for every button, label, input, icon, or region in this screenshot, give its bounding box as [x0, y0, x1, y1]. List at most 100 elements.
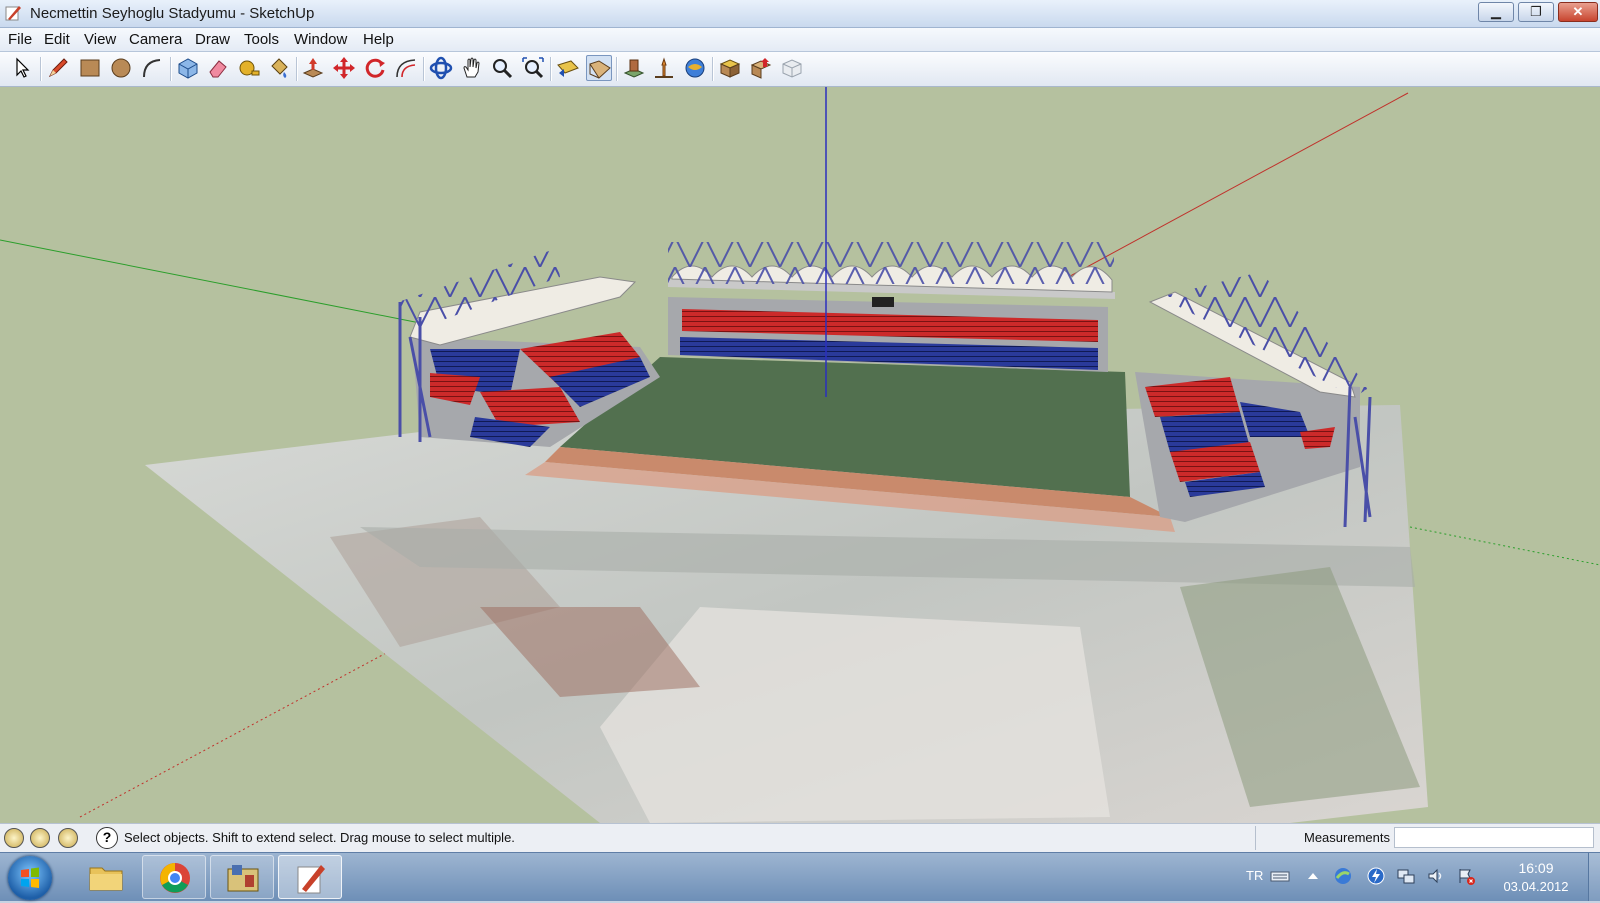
- pencil-icon: [48, 58, 68, 78]
- 3d-viewport[interactable]: [0, 87, 1600, 823]
- taskbar-explorer[interactable]: [74, 855, 138, 899]
- geo-location-icon[interactable]: [4, 828, 24, 848]
- green-axis-dotted: [1409, 526, 1600, 566]
- pan-icon: [463, 57, 480, 78]
- eraser-icon: [209, 60, 227, 78]
- measurements-label: Measurements: [1304, 830, 1390, 845]
- get-models-button[interactable]: [717, 55, 743, 81]
- toolbar-separator: [616, 57, 618, 81]
- make-component-tool-button[interactable]: [175, 55, 201, 81]
- green-axis: [0, 239, 421, 324]
- status-separator: [1255, 826, 1256, 850]
- taskbar-sketchup-model[interactable]: [210, 855, 274, 899]
- maximize-button[interactable]: ❐: [1518, 2, 1554, 22]
- zoom-extents-tool-button[interactable]: [520, 55, 546, 81]
- menu-help[interactable]: Help: [363, 31, 394, 48]
- tape-measure-icon: [239, 60, 260, 76]
- menu-edit[interactable]: Edit: [44, 31, 70, 48]
- share-model-icon: [750, 58, 772, 79]
- close-icon: ✕: [1572, 4, 1584, 19]
- pan-tool-button[interactable]: [459, 55, 485, 81]
- menu-view[interactable]: View: [84, 31, 116, 48]
- select-tool-button[interactable]: [8, 55, 34, 81]
- next-view-icon: [589, 60, 611, 79]
- clock-time[interactable]: 16:09: [1496, 860, 1576, 876]
- help-icon[interactable]: ?: [96, 827, 118, 849]
- window-title: Necmettin Seyhoglu Stadyumu - SketchUp: [30, 5, 315, 22]
- menu-camera[interactable]: Camera: [129, 31, 182, 48]
- toggle-terrain-icon: [655, 57, 673, 78]
- rotate-tool-button[interactable]: [362, 55, 388, 81]
- move-tool-button[interactable]: [331, 55, 357, 81]
- circle-tool-button[interactable]: [108, 55, 134, 81]
- clock-date[interactable]: 03.04.2012: [1496, 879, 1576, 894]
- menu-bar: File Edit View Camera Draw Tools Window …: [0, 28, 1600, 52]
- terrain-block: [600, 607, 1110, 823]
- windows-explorer-icon: [89, 867, 123, 891]
- show-desktop-button[interactable]: [1588, 853, 1600, 901]
- close-button[interactable]: ✕: [1558, 2, 1598, 22]
- taskbar-chrome[interactable]: [142, 855, 206, 899]
- offset-icon: [396, 59, 416, 78]
- eraser-tool-button[interactable]: [205, 55, 231, 81]
- stadium-model: [0, 87, 1600, 823]
- minimize-button[interactable]: ▁: [1478, 2, 1514, 22]
- make-component-icon: [178, 58, 198, 79]
- zoom-tool-button[interactable]: [489, 55, 515, 81]
- zoom-icon: [493, 59, 513, 79]
- minimize-icon: ▁: [1491, 4, 1501, 19]
- next-view-button[interactable]: [586, 55, 612, 81]
- status-bar: ? Select objects. Shift to extend select…: [0, 823, 1600, 852]
- volume-icon[interactable]: [1426, 866, 1446, 886]
- orbit-tool-button[interactable]: [428, 55, 454, 81]
- menu-tools[interactable]: Tools: [244, 31, 279, 48]
- toggle-terrain-button[interactable]: [651, 55, 677, 81]
- restore-icon: ❐: [1530, 4, 1542, 19]
- share-model-button[interactable]: [748, 55, 774, 81]
- copyright-icon[interactable]: [58, 828, 78, 848]
- start-button[interactable]: [8, 856, 52, 900]
- circle-icon: [111, 58, 131, 78]
- show-hidden-icons-icon[interactable]: [1303, 866, 1323, 886]
- push-pull-icon: [302, 58, 324, 78]
- get-current-view-button[interactable]: [621, 55, 647, 81]
- measurements-input[interactable]: [1394, 827, 1594, 848]
- rectangle-tool-button[interactable]: [77, 55, 103, 81]
- windows-taskbar: TR 16:09 03.04.2012: [0, 852, 1600, 901]
- taskbar-sketchup[interactable]: [278, 855, 342, 899]
- offset-tool-button[interactable]: [393, 55, 419, 81]
- get-models-icon: [719, 59, 741, 78]
- previous-view-button[interactable]: [555, 55, 581, 81]
- keyboard-icon[interactable]: [1270, 866, 1290, 886]
- main-toolbar: [0, 52, 1600, 87]
- pencil-tool-button[interactable]: [45, 55, 71, 81]
- network-share-icon[interactable]: [1333, 866, 1353, 886]
- push-pull-tool-button[interactable]: [300, 55, 326, 81]
- action-center-icon[interactable]: [1456, 866, 1476, 886]
- share-component-icon: [782, 59, 802, 78]
- network-icon[interactable]: [1396, 866, 1416, 886]
- menu-file[interactable]: File: [8, 31, 32, 48]
- update-icon[interactable]: [1366, 866, 1386, 886]
- rectangle-icon: [80, 59, 100, 77]
- toolbar-separator: [550, 57, 552, 81]
- paint-bucket-tool-button[interactable]: [266, 55, 292, 81]
- share-component-button[interactable]: [779, 55, 805, 81]
- credits-icon[interactable]: [30, 828, 50, 848]
- move-icon: [333, 57, 355, 79]
- title-bar: Necmettin Seyhoglu Stadyumu - SketchUp ▁…: [0, 0, 1600, 28]
- tape-measure-tool-button[interactable]: [236, 55, 262, 81]
- google-chrome-icon: [160, 863, 190, 893]
- sketchup-model-icon: [227, 865, 259, 892]
- menu-draw[interactable]: Draw: [195, 31, 230, 48]
- toolbar-separator: [40, 57, 42, 81]
- arc-tool-button[interactable]: [139, 55, 165, 81]
- toolbar-separator: [712, 57, 714, 81]
- main-stand: [668, 242, 1115, 372]
- tray-language-indicator[interactable]: TR: [1246, 868, 1263, 883]
- menu-window[interactable]: Window: [294, 31, 347, 48]
- zoom-extents-icon: [522, 57, 544, 79]
- add-location-button[interactable]: [682, 55, 708, 81]
- sketchup-app-icon: [5, 6, 21, 21]
- toolbar-separator: [170, 57, 172, 81]
